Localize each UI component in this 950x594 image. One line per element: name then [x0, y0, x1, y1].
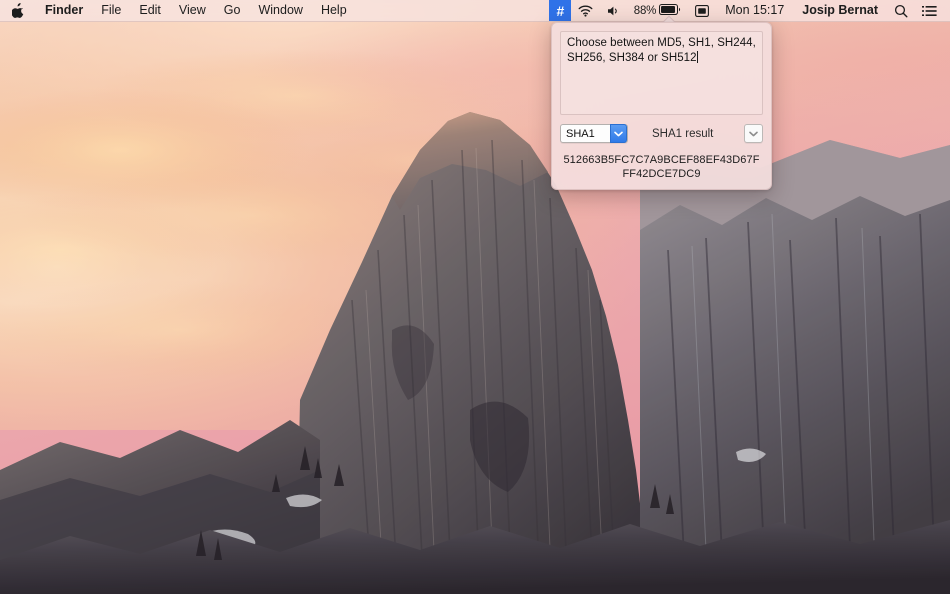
apple-menu[interactable]: [0, 0, 36, 21]
menu-bar-clock[interactable]: Mon 15:17: [716, 0, 793, 21]
hash-icon[interactable]: #: [549, 0, 571, 21]
battery-percent-label: 88%: [633, 4, 657, 17]
hash-glyph: #: [556, 2, 564, 19]
apple-logo-icon: [12, 3, 25, 18]
menu-bar-left: Finder File Edit View Go Window Help: [0, 0, 356, 21]
algorithm-select[interactable]: SHA1: [560, 124, 628, 143]
menu-help[interactable]: Help: [312, 0, 356, 21]
menu-app-name[interactable]: Finder: [36, 0, 92, 21]
algorithm-select-value: SHA1: [566, 127, 595, 140]
text-caret: [696, 51, 698, 63]
wallpaper-image: [0, 0, 950, 594]
result-format-select[interactable]: [744, 124, 763, 143]
menu-bar-user-name[interactable]: Josip Bernat: [793, 0, 887, 21]
volume-icon[interactable]: [600, 0, 627, 21]
menu-window[interactable]: Window: [249, 0, 311, 21]
hash-popover-panel: Choose between MD5, SH1, SH244, SH256, S…: [551, 22, 772, 190]
menu-file[interactable]: File: [92, 0, 130, 21]
menu-view[interactable]: View: [170, 0, 215, 21]
menu-go[interactable]: Go: [215, 0, 250, 21]
hash-result-text: 512663B5FC7C7A9BCEF88EF43D67FFF42DCE7DC9: [563, 154, 760, 180]
desktop-wallpaper: [0, 0, 950, 594]
chevron-down-icon: [749, 131, 758, 137]
wifi-icon[interactable]: [571, 0, 600, 21]
display-mirror-icon[interactable]: [688, 0, 716, 21]
menu-bar: Finder File Edit View Go Window Help # 8…: [0, 0, 950, 22]
result-label: SHA1 result: [652, 127, 714, 140]
menu-bar-status-area: # 88% Mon 15:17 Josip Bernat: [549, 0, 950, 21]
hash-controls-row: SHA1 SHA1 result: [560, 124, 763, 143]
hash-input-value: Choose between MD5, SH1, SH244, SH256, S…: [567, 37, 756, 64]
chevron-down-icon: [610, 124, 627, 143]
hash-input-textarea[interactable]: Choose between MD5, SH1, SH244, SH256, S…: [560, 31, 763, 115]
popover-body: Choose between MD5, SH1, SH244, SH256, S…: [551, 22, 772, 190]
spotlight-search-icon[interactable]: [887, 0, 915, 21]
notification-center-icon[interactable]: [915, 0, 944, 21]
menu-edit[interactable]: Edit: [130, 0, 170, 21]
battery-status[interactable]: 88%: [627, 0, 688, 21]
